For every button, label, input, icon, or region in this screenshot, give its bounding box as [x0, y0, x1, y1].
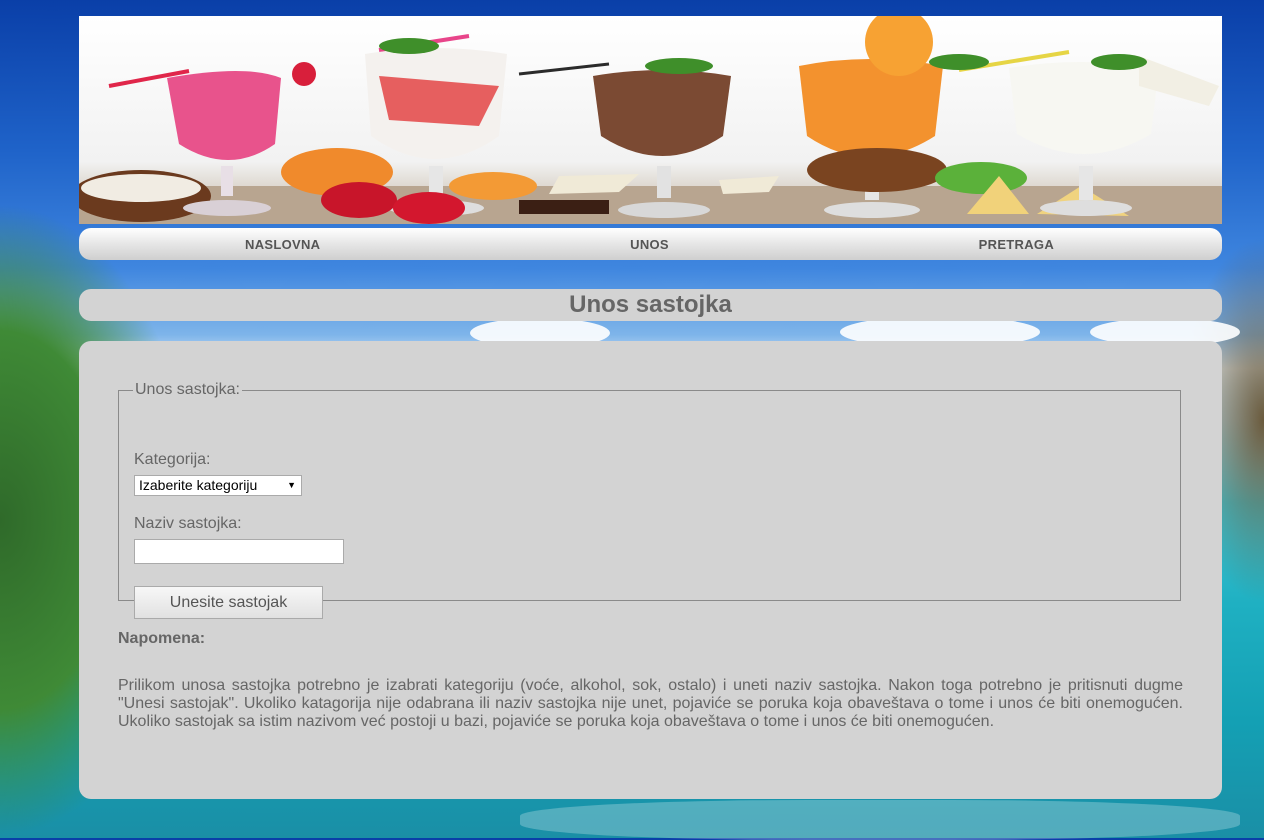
main-navigation: NASLOVNA UNOS PRETRAGA — [79, 228, 1222, 260]
nav-item-unos[interactable]: UNOS — [515, 237, 785, 252]
category-label: Kategorija: — [134, 451, 211, 468]
category-select-value: Izaberite kategoriju — [139, 477, 258, 493]
ingredient-name-label: Naziv sastojka: — [134, 515, 242, 532]
nav-item-naslovna[interactable]: NASLOVNA — [79, 237, 515, 252]
water-reflection — [520, 800, 1240, 840]
note-text: Prilikom unosa sastojka potrebno je izab… — [118, 677, 1183, 730]
category-select[interactable]: Izaberite kategoriju ▼ — [134, 475, 302, 496]
content-panel: Unos sastojka: Kategorija: Izaberite kat… — [79, 341, 1222, 799]
nav-item-pretraga[interactable]: PRETRAGA — [784, 237, 1222, 252]
dropdown-arrow-icon: ▼ — [287, 480, 296, 490]
ingredient-name-input[interactable] — [134, 539, 344, 564]
ingredient-form-fieldset: Unos sastojka: Kategorija: Izaberite kat… — [118, 381, 1181, 619]
page-title: Unos sastojka — [79, 289, 1222, 321]
note-title: Napomena: — [118, 630, 206, 647]
header-banner — [79, 16, 1222, 224]
form-legend: Unos sastojka: — [135, 381, 240, 398]
cocktails-banner-image — [79, 16, 1222, 224]
submit-ingredient-button[interactable]: Unesite sastojak — [134, 586, 323, 619]
